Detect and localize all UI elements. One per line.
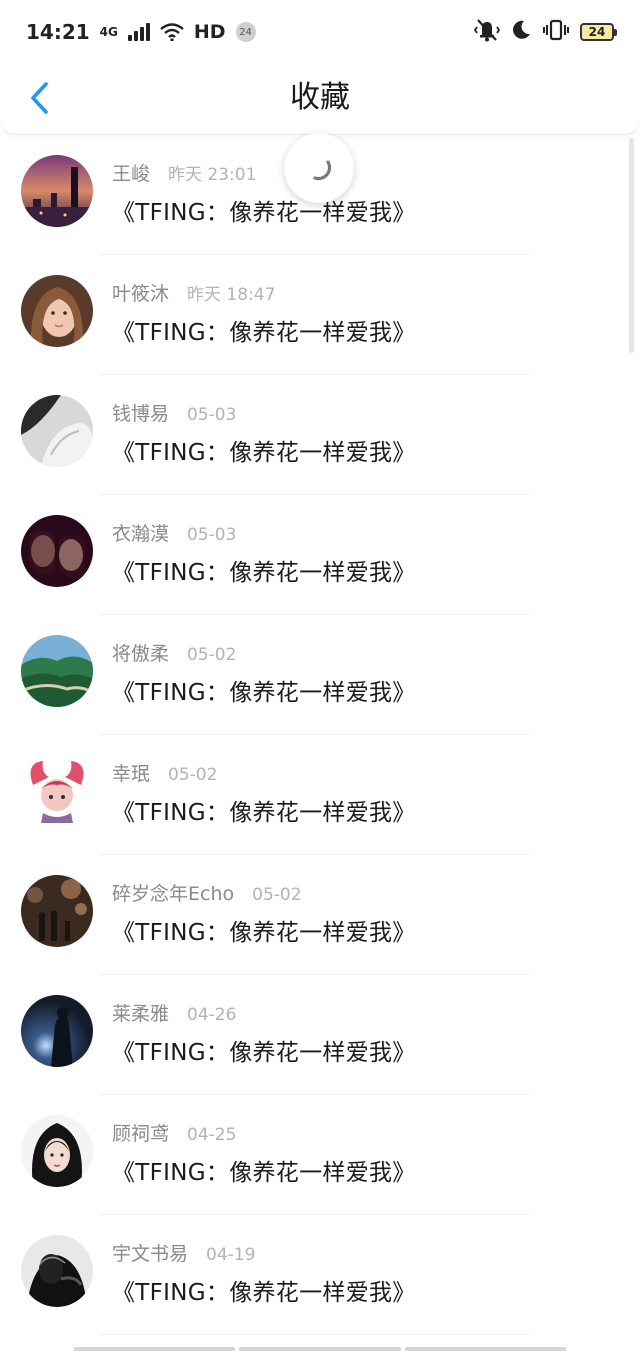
item-meta: 王峻 昨天 23:01 — [112, 159, 256, 186]
author-name[interactable]: 宇文书易 — [112, 1239, 188, 1266]
moon-icon — [510, 19, 532, 45]
author-name[interactable]: 王峻 — [112, 159, 150, 186]
author-name[interactable]: 将傲柔 — [112, 639, 169, 666]
wifi-icon — [160, 23, 184, 41]
list-item[interactable]: 幸珉 05-02 《TFING：像养花一样爱我》 — [0, 735, 640, 855]
author-name[interactable]: 幸珉 — [112, 759, 150, 786]
list-item[interactable]: 将傲柔 05-02 《TFING：像养花一样爱我》 — [0, 615, 640, 735]
item-title[interactable]: 《TFING：像养花一样爱我》 — [112, 1033, 416, 1067]
favorites-list: 王峻 昨天 23:01 《TFING：像养花一样爱我》 叶筱沐 昨天 18:47… — [0, 135, 640, 1335]
vibrate-icon — [542, 19, 570, 45]
item-meta: 叶筱沐 昨天 18:47 — [112, 279, 275, 306]
battery-indicator: 24 — [580, 23, 617, 41]
list-item[interactable]: 钱博易 05-03 《TFING：像养花一样爱我》 — [0, 375, 640, 495]
loading-spinner — [284, 133, 354, 203]
item-title[interactable]: 《TFING：像养花一样爱我》 — [112, 673, 416, 707]
item-meta: 将傲柔 05-02 — [112, 639, 236, 666]
item-title[interactable]: 《TFING：像养花一样爱我》 — [112, 793, 416, 827]
avatar[interactable] — [21, 755, 93, 827]
avatar[interactable] — [21, 275, 93, 347]
page-title: 收藏 — [290, 80, 350, 115]
avatar[interactable] — [21, 635, 93, 707]
timestamp: 04-19 — [206, 1245, 256, 1265]
timestamp: 昨天 23:01 — [168, 165, 257, 185]
tab-edge-segment — [404, 1347, 566, 1351]
item-title[interactable]: 《TFING：像养花一样爱我》 — [112, 1153, 416, 1187]
author-name[interactable]: 碎岁念年Echo — [112, 879, 234, 906]
list-item[interactable]: 叶筱沐 昨天 18:47 《TFING：像养花一样爱我》 — [0, 255, 640, 375]
tab-edge-segment — [239, 1347, 401, 1351]
item-title[interactable]: 《TFING：像养花一样爱我》 — [112, 1273, 416, 1307]
list-item[interactable]: 顾祠鸢 04-25 《TFING：像养花一样爱我》 — [0, 1095, 640, 1215]
item-title[interactable]: 《TFING：像养花一样爱我》 — [112, 313, 416, 347]
item-title[interactable]: 《TFING：像养花一样爱我》 — [112, 433, 416, 467]
item-meta: 碎岁念年Echo 05-02 — [112, 879, 302, 906]
list-item[interactable]: 衣瀚漠 05-03 《TFING：像养花一样爱我》 — [0, 495, 640, 615]
timestamp: 04-26 — [187, 1005, 237, 1025]
avatar[interactable] — [21, 1115, 93, 1187]
avatar[interactable] — [21, 995, 93, 1067]
avatar[interactable] — [21, 395, 93, 467]
item-meta: 衣瀚漠 05-03 — [112, 519, 236, 546]
timestamp: 昨天 18:47 — [187, 285, 276, 305]
item-meta: 莱柔雅 04-26 — [112, 999, 236, 1026]
status-bar: 14:21 4G HD 24 24 — [0, 0, 640, 64]
top-nav-bar: 收藏 — [0, 64, 640, 135]
item-title[interactable]: 《TFING：像养花一样爱我》 — [112, 553, 416, 587]
timestamp: 05-02 — [252, 885, 302, 905]
list-item[interactable]: 碎岁念年Echo 05-02 《TFING：像养花一样爱我》 — [0, 855, 640, 975]
clock: 14:21 — [26, 20, 90, 44]
loading-spinner-icon — [313, 160, 332, 181]
author-name[interactable]: 钱博易 — [112, 399, 169, 426]
status-right: 24 — [473, 18, 617, 46]
item-title[interactable]: 《TFING：像养花一样爱我》 — [112, 193, 416, 227]
tab-edge-segment — [74, 1347, 236, 1351]
avatar[interactable] — [21, 1235, 93, 1307]
timestamp: 05-03 — [187, 525, 237, 545]
author-name[interactable]: 顾祠鸢 — [112, 1119, 169, 1146]
item-meta: 幸珉 05-02 — [112, 759, 217, 786]
network-type: 4G — [99, 25, 118, 39]
item-title[interactable]: 《TFING：像养花一样爱我》 — [112, 913, 416, 947]
list-item[interactable]: 莱柔雅 04-26 《TFING：像养花一样爱我》 — [0, 975, 640, 1095]
avatar[interactable] — [21, 515, 93, 587]
signal-icon — [127, 23, 150, 41]
timestamp: 05-02 — [187, 645, 237, 665]
item-meta: 顾祠鸢 04-25 — [112, 1119, 236, 1146]
timestamp: 05-02 — [168, 765, 218, 785]
status-left: 14:21 4G HD 24 — [26, 20, 256, 44]
timestamp: 04-25 — [187, 1125, 237, 1145]
item-meta: 宇文书易 04-19 — [112, 1239, 255, 1266]
hd-indicator: HD — [193, 21, 226, 43]
timestamp: 05-03 — [187, 405, 237, 425]
scrollbar[interactable] — [629, 138, 634, 353]
bottom-tab-edge — [74, 1347, 566, 1351]
author-name[interactable]: 衣瀚漠 — [112, 519, 169, 546]
list-item[interactable]: 宇文书易 04-19 《TFING：像养花一样爱我》 — [0, 1215, 640, 1335]
avatar[interactable] — [21, 875, 93, 947]
author-name[interactable]: 叶筱沐 — [112, 279, 169, 306]
avatar[interactable] — [21, 155, 93, 227]
item-meta: 钱博易 05-03 — [112, 399, 236, 426]
author-name[interactable]: 莱柔雅 — [112, 999, 169, 1026]
notification-count-badge: 24 — [235, 22, 256, 42]
mute-bell-icon — [473, 18, 501, 46]
